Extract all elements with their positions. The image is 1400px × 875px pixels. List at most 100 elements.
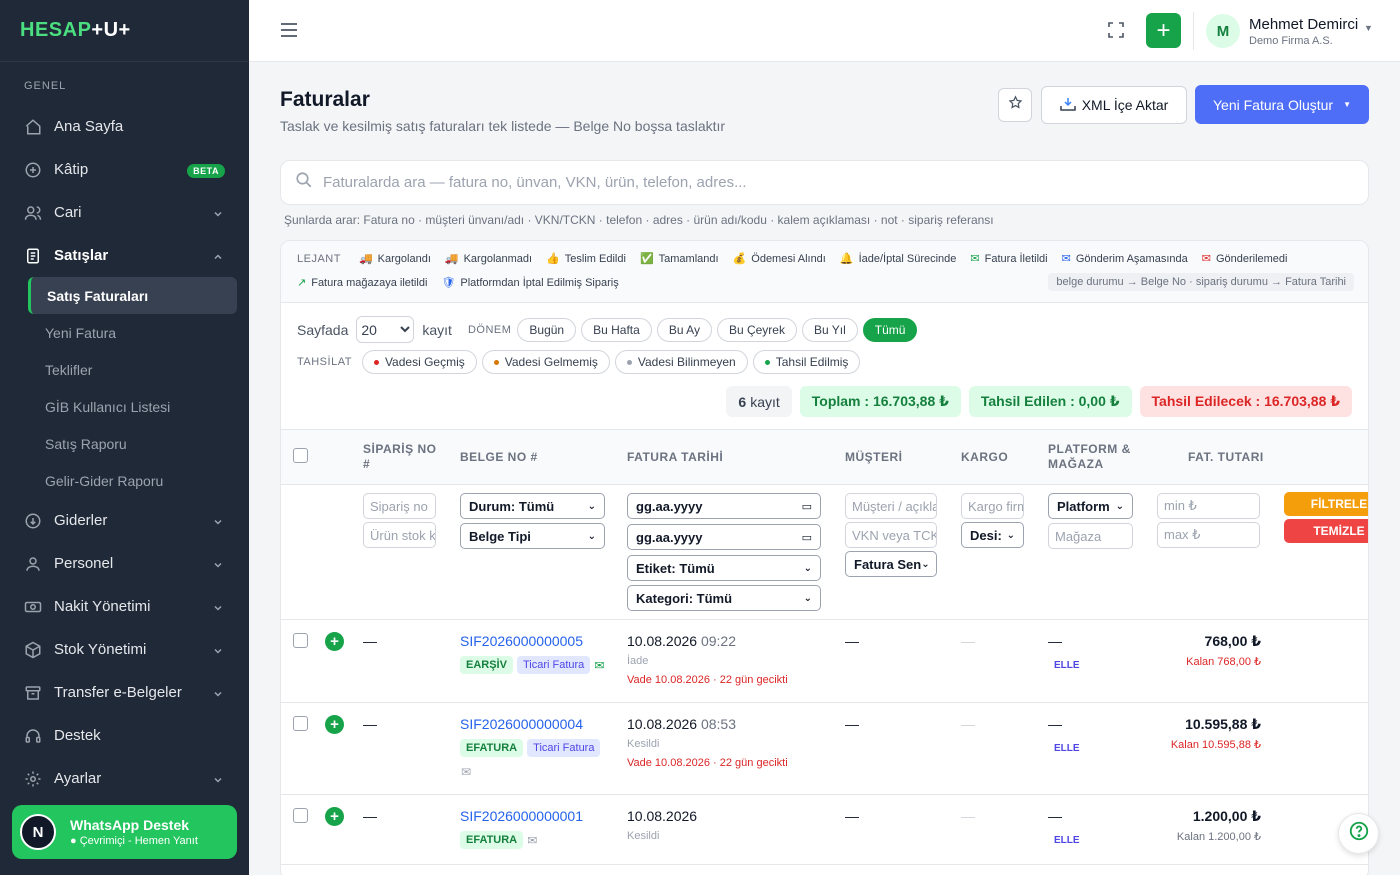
search-box [280, 160, 1369, 205]
mail-sent-icon: ✉ [594, 658, 605, 673]
chevron-down-icon [213, 514, 223, 531]
bell-icon: 🔔 [839, 253, 854, 265]
minus-circle-icon [24, 512, 42, 530]
sidebar-subitem-sales-invoices[interactable]: Satış Faturaları [28, 277, 237, 314]
avatar[interactable]: M [1206, 14, 1240, 48]
table-row[interactable]: + — SIF2026000000001 EFATURA ✉ 10.08.2026… [281, 795, 1368, 865]
collection-overdue[interactable]: Vadesi Geçmiş [361, 350, 477, 374]
company-name: Demo Firma A.S. [1249, 35, 1333, 47]
max-amount-filter[interactable]: max ₺ [1157, 522, 1260, 548]
topbar: + M Mehmet Demirci Demo Firma A.S. ▼ [249, 0, 1400, 62]
fullscreen-icon[interactable] [1107, 21, 1125, 44]
doc-type-badge: EFATURA [460, 831, 524, 850]
support-avatar: N [20, 814, 56, 850]
page-size-select[interactable]: 20 [356, 316, 415, 343]
period-year[interactable]: Bu Yıl [801, 317, 858, 342]
whatsapp-title: WhatsApp Destek [70, 817, 190, 833]
col-doc-no[interactable]: BELGE NO # [460, 450, 538, 465]
collection-unknown[interactable]: Vadesi Bilinmeyen [614, 350, 748, 374]
collection-collected[interactable]: Tahsil Edilmiş [752, 350, 861, 374]
sidebar-item-cash[interactable]: Nakit Yönetimi [0, 585, 249, 628]
row-checkbox[interactable] [293, 808, 308, 823]
money-bag-icon: 💰 [732, 253, 747, 265]
customer-filter[interactable]: Müşteri / açıklama [845, 493, 937, 519]
doc-type-select[interactable]: Belge Tipi ⌄ [460, 523, 605, 549]
sidebar-item-personnel[interactable]: Personel [0, 542, 249, 585]
col-amount[interactable]: FAT. TUTARI [1188, 450, 1264, 465]
mail-icon: ✉ [1201, 253, 1211, 265]
store-filter[interactable]: Mağaza [1048, 523, 1133, 549]
box-icon [24, 641, 42, 659]
table-header: SİPARİŞ NO # BELGE NO # FATURA TARİHİ MÜ… [281, 429, 1368, 485]
collection-not-due[interactable]: Vadesi Gelmemiş [481, 350, 610, 374]
sidebar-subitem-quotes[interactable]: Teklifler [0, 351, 249, 388]
col-invoice-date[interactable]: FATURA TARİHİ [627, 450, 723, 465]
sidebar-item-katip[interactable]: Kâtip BETA [0, 148, 249, 191]
store-tag: ELLE [1054, 743, 1080, 754]
sidebar-item-expenses[interactable]: Giderler [0, 499, 249, 542]
plus-icon: + [1156, 16, 1171, 44]
status-select[interactable]: Durum: Tümü ⌄ [460, 493, 605, 519]
sidebar-subitem-income-expense[interactable]: Gelir-Gider Raporu [0, 462, 249, 499]
select-all-checkbox[interactable] [293, 448, 308, 463]
doc-no-link[interactable]: SIF2026000000001 [460, 808, 583, 824]
col-cargo[interactable]: KARGO [961, 450, 1008, 465]
clear-button[interactable]: TEMİZLE [1284, 519, 1368, 543]
min-amount-filter[interactable]: min ₺ [1157, 493, 1260, 519]
cargo-filter[interactable]: Kargo firması [961, 493, 1024, 519]
period-all[interactable]: Tümü [862, 317, 918, 342]
sidebar-item-stock[interactable]: Stok Yönetimi [0, 628, 249, 671]
sidebar-item-support[interactable]: Destek [0, 714, 249, 757]
row-checkbox[interactable] [293, 716, 308, 731]
table-row[interactable]: + — SIF2026000000004 EFATURA Ticari Fatur… [281, 703, 1368, 795]
col-customer[interactable]: MÜŞTERİ [845, 450, 903, 465]
xml-import-button[interactable]: XML İçe Aktar [1041, 86, 1187, 124]
vkn-filter[interactable]: VKN veya TCKN [845, 522, 937, 548]
period-quarter[interactable]: Bu Çeyrek [716, 317, 797, 342]
desi-select[interactable]: Desi: ⌄ [961, 522, 1024, 548]
brand-logo[interactable]: HESAP +U+ [0, 0, 249, 62]
sender-select[interactable]: Fatura Sen ⌄ [845, 551, 937, 577]
doc-no-link[interactable]: SIF2026000000004 [460, 716, 583, 732]
date-from-input[interactable]: gg.aa.yyyy ▭ [627, 493, 821, 519]
sidebar-item-settings[interactable]: Ayarlar [0, 757, 249, 800]
sidebar-item-sales[interactable]: Satışlar [0, 234, 249, 277]
help-button[interactable] [1338, 813, 1379, 854]
col-order-no[interactable]: SİPARİŞ NO # [363, 442, 443, 472]
sidebar-subitem-sales-report[interactable]: Satış Raporu [0, 425, 249, 462]
sidebar-item-home[interactable]: Ana Sayfa [0, 105, 249, 148]
row-add-button[interactable]: + [325, 632, 344, 651]
quick-add-button[interactable]: + [1146, 13, 1181, 48]
sidebar-subitem-new-invoice[interactable]: Yeni Fatura [0, 314, 249, 351]
table-row[interactable]: + — SIF2026000000005 EARŞİV Ticari Fatura… [281, 620, 1368, 703]
period-week[interactable]: Bu Hafta [581, 317, 652, 342]
invoice-status: İade [627, 655, 649, 667]
user-name[interactable]: Mehmet Demirci [1249, 16, 1358, 33]
whatsapp-support-button[interactable]: N WhatsApp Destek ● Çevrimiçi - Hemen Ya… [12, 805, 237, 859]
row-add-button[interactable]: + [325, 715, 344, 734]
sidebar-subitem-gib-users[interactable]: GİB Kullanıcı Listesi [0, 388, 249, 425]
category-select[interactable]: Kategori: Tümü ⌄ [627, 585, 821, 611]
platform-select[interactable]: Platform ⌄ [1048, 493, 1133, 519]
sidebar-item-cari[interactable]: Cari [0, 191, 249, 234]
search-input[interactable] [323, 174, 1323, 191]
tag-select[interactable]: Etiket: Tümü ⌄ [627, 555, 821, 581]
sidebar-item-transfer[interactable]: Transfer e-Belgeler [0, 671, 249, 714]
user-menu-caret-icon[interactable]: ▼ [1364, 23, 1373, 33]
platform: — [1048, 633, 1062, 649]
row-checkbox[interactable] [293, 633, 308, 648]
col-platform[interactable]: PLATFORM & MAĞAZA [1048, 442, 1143, 472]
favorite-button[interactable] [998, 88, 1032, 122]
doc-no-link[interactable]: SIF2026000000005 [460, 633, 583, 649]
row-add-button[interactable]: + [325, 807, 344, 826]
legend-item: 💰 Ödemesi Alındı [732, 252, 826, 266]
hamburger-menu-icon[interactable] [280, 22, 298, 43]
chevron-down-icon [213, 772, 223, 789]
date-to-input[interactable]: gg.aa.yyyy ▭ [627, 524, 821, 550]
stock-code-filter[interactable]: Ürün stok kodu [363, 522, 436, 548]
period-today[interactable]: Bugün [517, 317, 577, 342]
new-invoice-button[interactable]: Yeni Fatura Oluştur ▼ [1195, 85, 1369, 124]
filter-button[interactable]: FİLTRELE [1284, 492, 1368, 516]
order-no-filter[interactable]: Sipariş no [363, 493, 436, 519]
period-month[interactable]: Bu Ay [656, 317, 712, 342]
